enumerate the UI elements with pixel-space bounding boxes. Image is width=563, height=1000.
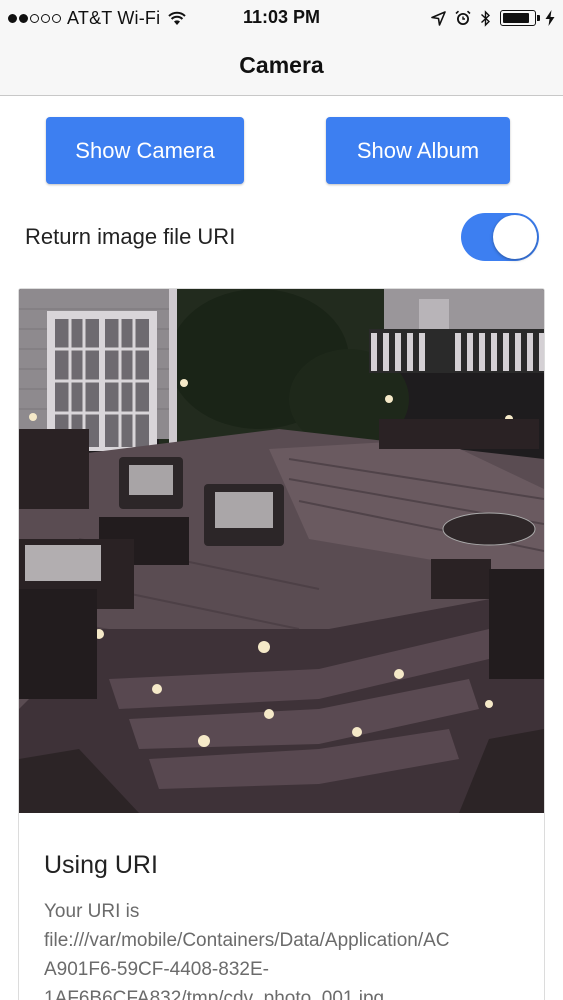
uri-line-4: 1AF6B6CFA832/tmp/cdv_photo_001.jpg — [44, 988, 385, 1000]
card-title: Using URI — [44, 851, 158, 879]
navigation-bar: Camera — [0, 36, 563, 96]
status-bar: AT&T Wi-Fi 11:03 PM — [0, 0, 563, 36]
location-arrow-icon — [431, 10, 446, 26]
photo-card: Using URI Your URI is file:///var/mobile… — [18, 288, 545, 1000]
bluetooth-icon — [481, 9, 491, 27]
return-uri-toggle-label: Return image file URI — [25, 224, 236, 249]
status-right — [431, 7, 555, 29]
uri-text: Your URI is file:///var/mobile/Container… — [44, 897, 524, 1000]
return-uri-toggle[interactable] — [461, 213, 539, 261]
toggle-knob — [493, 215, 537, 259]
page-title: Camera — [239, 52, 324, 78]
alarm-icon — [455, 10, 471, 25]
uri-line-2: file:///var/mobile/Containers/Data/Appli… — [44, 930, 450, 951]
show-camera-button[interactable]: Show Camera — [46, 117, 244, 184]
show-album-button[interactable]: Show Album — [326, 117, 510, 184]
captured-photo — [19, 289, 544, 813]
charging-bolt-icon — [545, 10, 555, 26]
battery-icon — [500, 10, 540, 26]
uri-line-3: A901F6-59CF-4408-832E- — [44, 959, 269, 980]
uri-line-1: Your URI is — [44, 901, 140, 922]
